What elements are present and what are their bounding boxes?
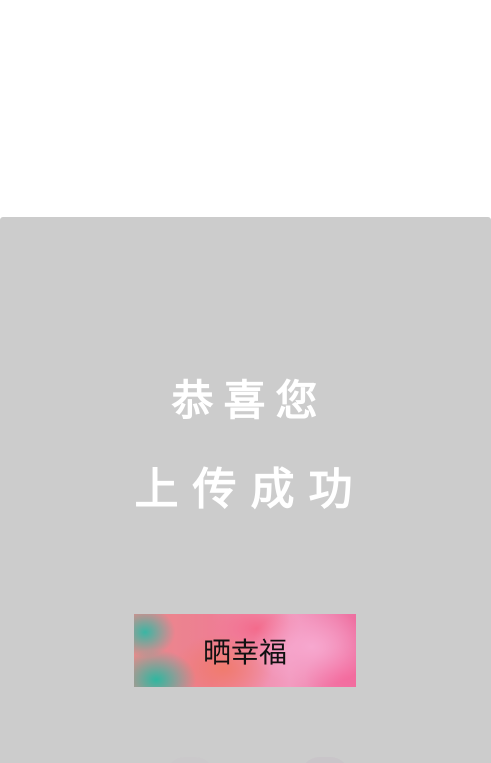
success-overlay: 恭喜您 上传成功 晒幸福 xyxy=(0,217,491,763)
share-happiness-button[interactable]: 晒幸福 xyxy=(134,614,356,687)
bottom-decoration-right xyxy=(300,757,350,763)
share-button-label: 晒幸福 xyxy=(202,635,287,669)
success-title-line2: 上传成功 xyxy=(134,464,367,515)
bottom-decoration-left xyxy=(165,757,215,763)
upload-success-page: 恭喜您 上传成功 晒幸福 xyxy=(0,0,491,763)
success-title-line1: 恭喜您 xyxy=(171,376,328,425)
